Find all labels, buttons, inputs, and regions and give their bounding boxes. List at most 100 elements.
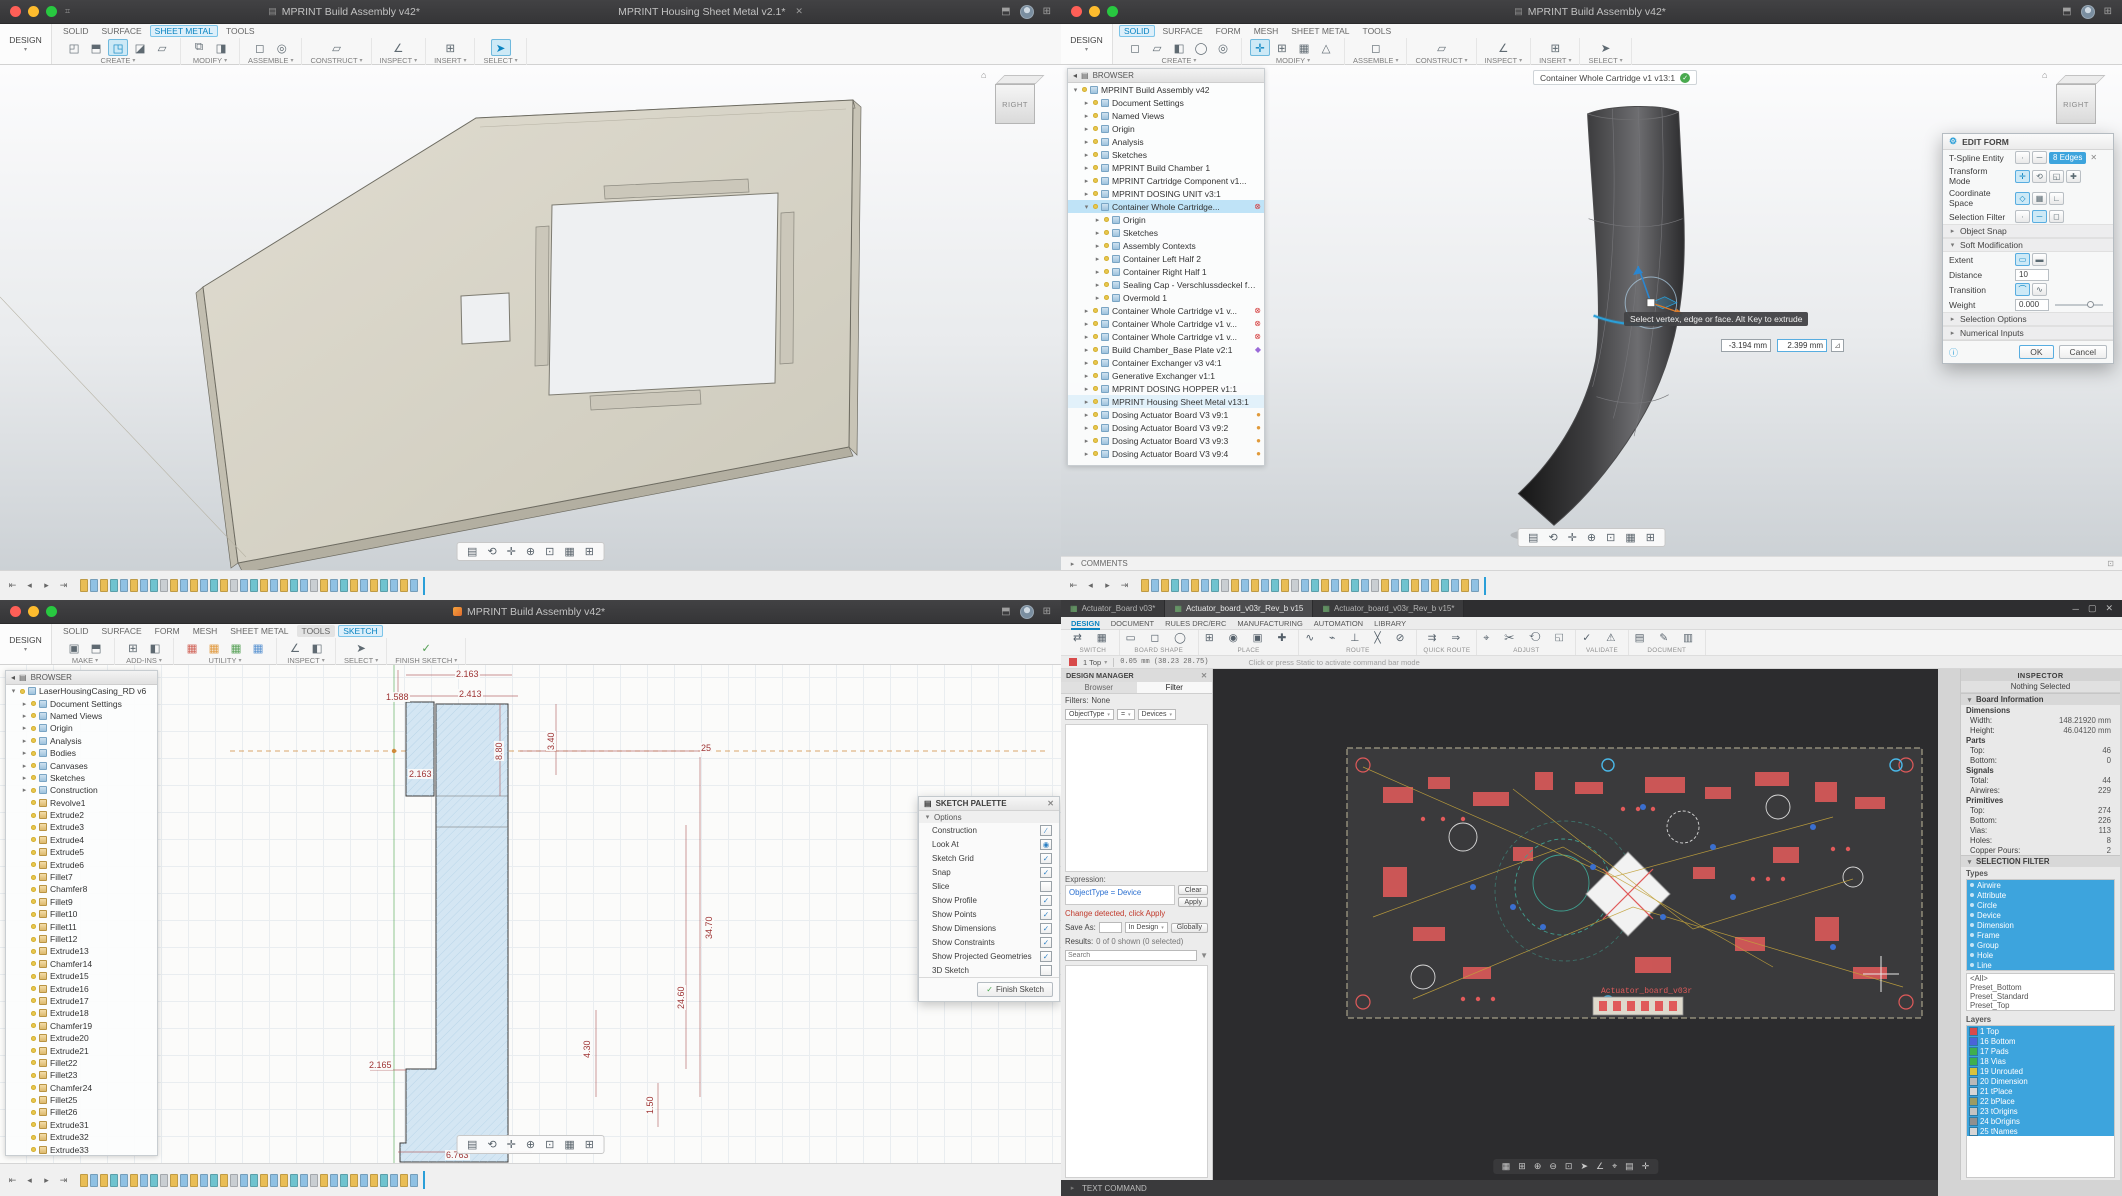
visibility-bulb-icon[interactable] xyxy=(1093,451,1098,456)
maximize-button[interactable] xyxy=(46,606,57,617)
zoom-in-icon[interactable]: ⊕ xyxy=(1534,1161,1542,1172)
make-icon[interactable]: ⬒ xyxy=(86,639,106,656)
utility-blue-icon[interactable]: ▦ xyxy=(248,639,268,656)
type-row[interactable]: Circle xyxy=(1967,900,2114,910)
timeline-feature-icon[interactable] xyxy=(160,579,168,592)
sphere-icon[interactable]: ◯ xyxy=(1191,39,1211,56)
select-icon[interactable]: ➤ xyxy=(351,639,371,656)
expand-icon[interactable]: ▸ xyxy=(1083,333,1090,341)
view-cube-face[interactable]: RIGHT xyxy=(2056,84,2096,124)
step-back-icon[interactable]: ◂ xyxy=(23,579,36,593)
browser-tree-item[interactable]: Extrude2 xyxy=(6,809,157,821)
expression-box[interactable]: ObjectType = Device xyxy=(1065,885,1175,905)
visibility-bulb-icon[interactable] xyxy=(31,1098,36,1103)
visibility-bulb-icon[interactable] xyxy=(31,1048,36,1053)
timeline-feature-icon[interactable] xyxy=(1321,579,1329,592)
type-row[interactable]: Group xyxy=(1967,940,2114,950)
browser-tree-item[interactable]: ▸ Container Right Half 1 xyxy=(1068,265,1264,278)
extent-b-icon[interactable]: ▬ xyxy=(2032,253,2047,266)
transition-smooth-icon[interactable]: ⌒ xyxy=(2015,283,2030,296)
objecttype-select[interactable]: ObjectType▾ xyxy=(1065,709,1114,720)
grid-icon[interactable]: ⊞ xyxy=(1518,1161,1526,1172)
RULES DRC/ERC[interactable]: RULES DRC/ERC xyxy=(1165,619,1226,628)
timeline-feature-icon[interactable] xyxy=(100,1174,108,1187)
timeline-feature-icon[interactable] xyxy=(240,1174,248,1187)
visibility-bulb-icon[interactable] xyxy=(31,837,36,842)
option-checkbox[interactable]: ∕ xyxy=(1040,825,1052,836)
minimize-button[interactable] xyxy=(28,606,39,617)
timeline-feature-icon[interactable] xyxy=(180,1174,188,1187)
group-label[interactable]: ASSEMBLE▾ xyxy=(1353,56,1398,65)
clear-button[interactable]: Clear xyxy=(1178,885,1208,895)
timeline-feature-icon[interactable] xyxy=(1221,579,1229,592)
document-tab-active[interactable]: ▤ MPRINT Build Assembly v42* xyxy=(1514,6,1666,18)
results-list-area[interactable] xyxy=(1065,965,1208,1178)
maximize-icon[interactable]: ▢ xyxy=(2088,603,2097,614)
group-label[interactable]: INSERT▾ xyxy=(1539,56,1571,65)
SURFACE[interactable]: SURFACE xyxy=(1158,25,1208,37)
timeline-feature-icon[interactable] xyxy=(260,1174,268,1187)
expand-icon[interactable]: ▸ xyxy=(1083,372,1090,380)
layer-row[interactable]: 18 Vias xyxy=(1967,1056,2114,1066)
type-row[interactable]: Frame xyxy=(1967,930,2114,940)
TOOLS[interactable]: TOOLS xyxy=(297,625,336,637)
layer-row[interactable]: 23 tOrigins xyxy=(1967,1106,2114,1116)
timeline-feature-icon[interactable] xyxy=(310,1174,318,1187)
timeline-feature-icon[interactable] xyxy=(360,579,368,592)
ok-button[interactable]: OK xyxy=(2019,345,2053,359)
visibility-bulb-icon[interactable] xyxy=(1093,139,1098,144)
sheet-icon[interactable]: ⬒ xyxy=(86,39,106,56)
type-row[interactable]: Airwire xyxy=(1967,880,2114,890)
info-icon[interactable]: ⓘ xyxy=(1949,346,1958,359)
browser-tree-item[interactable]: ▸ MPRINT DOSING UNIT v3:1 xyxy=(1068,187,1264,200)
browser-tree-item[interactable]: Chamfer8 xyxy=(6,883,157,895)
visibility-bulb-icon[interactable] xyxy=(31,986,36,991)
visibility-bulb-icon[interactable] xyxy=(1093,126,1098,131)
browser-tree-item[interactable]: ▸ Container Left Half 2 xyxy=(1068,252,1264,265)
expand-icon[interactable]: ▾ xyxy=(1072,86,1079,94)
timeline-feature-icon[interactable] xyxy=(310,579,318,592)
browser-tree-item[interactable]: Fillet25 xyxy=(6,1094,157,1106)
browser-tree-item[interactable]: ▸ Named Views xyxy=(6,710,157,722)
view-cube-top-face[interactable] xyxy=(996,75,1045,84)
fit-icon[interactable]: ⊡ xyxy=(545,545,554,558)
timeline[interactable]: ⇤◂▸⇥ xyxy=(0,1163,1061,1196)
browser-tree-item[interactable]: Extrude31 xyxy=(6,1119,157,1131)
browser-tree-item[interactable]: Extrude16 xyxy=(6,982,157,994)
measure-icon[interactable]: ∠ xyxy=(388,39,408,56)
browser-tree-item[interactable]: Extrude33 xyxy=(6,1143,157,1155)
sheet-rule-icon[interactable]: ◨ xyxy=(211,39,231,56)
expand-icon[interactable]: ▸ xyxy=(1094,268,1101,276)
palette-option-row[interactable]: Construction ∕ xyxy=(919,823,1059,837)
distance-input[interactable]: 10 xyxy=(2015,269,2049,281)
expand-icon[interactable]: ▸ xyxy=(1083,385,1090,393)
FORM[interactable]: FORM xyxy=(1211,25,1246,37)
zoom-icon[interactable]: ⊕ xyxy=(526,545,535,558)
palette-option-row[interactable]: Show Profile ✓ xyxy=(919,893,1059,907)
timeline-feature-icon[interactable] xyxy=(350,579,358,592)
visibility-bulb-icon[interactable] xyxy=(31,937,36,942)
timeline-feature-icon[interactable] xyxy=(1371,579,1379,592)
visibility-bulb-icon[interactable] xyxy=(31,1085,36,1090)
visibility-bulb-icon[interactable] xyxy=(31,1073,36,1078)
browser-tree-item[interactable]: Extrude5 xyxy=(6,846,157,858)
browser-tree-item[interactable]: Fillet26 xyxy=(6,1106,157,1118)
finish-sketch-button[interactable]: ✓ Finish Sketch xyxy=(977,982,1053,997)
group-label[interactable]: SELECT▾ xyxy=(483,56,517,65)
expand-icon[interactable]: ▸ xyxy=(1083,359,1090,367)
expand-icon[interactable]: ▸ xyxy=(1094,242,1101,250)
visibility-bulb-icon[interactable] xyxy=(1093,347,1098,352)
visibility-bulb-icon[interactable] xyxy=(1093,386,1098,391)
workspace-selector[interactable]: DESIGN▾ xyxy=(0,24,52,64)
preset-row[interactable]: Preset_Bottom xyxy=(1967,983,2114,992)
minimize-button[interactable] xyxy=(1089,6,1100,17)
visibility-bulb-icon[interactable] xyxy=(1082,87,1087,92)
edit-form-icon[interactable]: ✛ xyxy=(1250,39,1270,56)
timeline-feature-icon[interactable] xyxy=(1161,579,1169,592)
sheet-metal-part[interactable] xyxy=(0,65,1061,570)
timeline-feature-icon[interactable] xyxy=(230,1174,238,1187)
visibility-bulb-icon[interactable] xyxy=(1093,360,1098,365)
visibility-bulb-icon[interactable] xyxy=(31,1147,36,1152)
sketch-dimension[interactable]: 3.40 xyxy=(546,731,556,751)
expand-icon[interactable]: ▸ xyxy=(21,724,28,732)
